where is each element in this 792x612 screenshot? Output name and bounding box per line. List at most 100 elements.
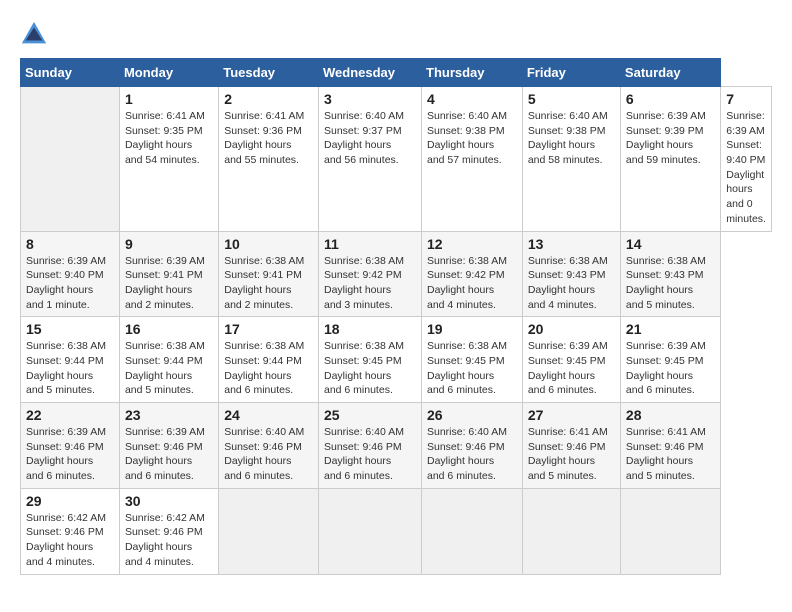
day-info: Sunrise: 6:38 AM Sunset: 9:44 PM Dayligh… (26, 339, 114, 398)
day-number: 5 (528, 91, 615, 107)
sunrise-label: Sunrise: 6:39 AM (125, 426, 205, 438)
empty-cell (21, 87, 120, 232)
day-number: 30 (125, 493, 213, 509)
day-number: 21 (626, 321, 715, 337)
day-info: Sunrise: 6:39 AM Sunset: 9:40 PM Dayligh… (26, 254, 114, 313)
calendar-week-row: 22 Sunrise: 6:39 AM Sunset: 9:46 PM Dayl… (21, 403, 772, 489)
daylight-label: Daylight hours (324, 455, 391, 467)
day-info: Sunrise: 6:41 AM Sunset: 9:35 PM Dayligh… (125, 109, 213, 168)
daylight-label: Daylight hours (427, 370, 494, 382)
day-number: 16 (125, 321, 213, 337)
daylight-value: and 6 minutes. (528, 384, 597, 396)
calendar-day-cell: 19 Sunrise: 6:38 AM Sunset: 9:45 PM Dayl… (422, 317, 523, 403)
day-info: Sunrise: 6:38 AM Sunset: 9:42 PM Dayligh… (324, 254, 416, 313)
daylight-value: and 1 minute. (26, 299, 90, 311)
sunset-label: Sunset: 9:41 PM (125, 269, 203, 281)
sunset-label: Sunset: 9:46 PM (26, 526, 104, 538)
sunset-label: Sunset: 9:44 PM (125, 355, 203, 367)
calendar-day-cell: 5 Sunrise: 6:40 AM Sunset: 9:38 PM Dayli… (522, 87, 620, 232)
sunrise-label: Sunrise: 6:38 AM (324, 340, 404, 352)
sunrise-label: Sunrise: 6:41 AM (224, 110, 304, 122)
daylight-value: and 6 minutes. (224, 470, 293, 482)
sunset-label: Sunset: 9:35 PM (125, 125, 203, 137)
daylight-label: Daylight hours (224, 139, 291, 151)
column-header-wednesday: Wednesday (318, 59, 421, 87)
sunset-label: Sunset: 9:42 PM (324, 269, 402, 281)
calendar-day-cell (522, 488, 620, 574)
calendar-day-cell: 23 Sunrise: 6:39 AM Sunset: 9:46 PM Dayl… (119, 403, 218, 489)
daylight-value: and 57 minutes. (427, 154, 502, 166)
sunrise-label: Sunrise: 6:39 AM (626, 110, 706, 122)
day-info: Sunrise: 6:41 AM Sunset: 9:46 PM Dayligh… (528, 425, 615, 484)
day-number: 22 (26, 407, 114, 423)
daylight-value: and 2 minutes. (224, 299, 293, 311)
sunset-label: Sunset: 9:40 PM (26, 269, 104, 281)
daylight-label: Daylight hours (427, 284, 494, 296)
daylight-label: Daylight hours (528, 370, 595, 382)
sunrise-label: Sunrise: 6:38 AM (626, 255, 706, 267)
day-number: 6 (626, 91, 715, 107)
day-number: 4 (427, 91, 517, 107)
daylight-label: Daylight hours (324, 139, 391, 151)
calendar-day-cell: 3 Sunrise: 6:40 AM Sunset: 9:37 PM Dayli… (318, 87, 421, 232)
daylight-value: and 4 minutes. (427, 299, 496, 311)
day-number: 12 (427, 236, 517, 252)
sunrise-label: Sunrise: 6:39 AM (528, 340, 608, 352)
day-number: 26 (427, 407, 517, 423)
daylight-value: and 6 minutes. (324, 384, 393, 396)
day-info: Sunrise: 6:40 AM Sunset: 9:38 PM Dayligh… (427, 109, 517, 168)
day-info: Sunrise: 6:40 AM Sunset: 9:46 PM Dayligh… (324, 425, 416, 484)
sunrise-label: Sunrise: 6:38 AM (427, 340, 507, 352)
sunset-label: Sunset: 9:41 PM (224, 269, 302, 281)
column-header-thursday: Thursday (422, 59, 523, 87)
day-info: Sunrise: 6:42 AM Sunset: 9:46 PM Dayligh… (125, 511, 213, 570)
daylight-value: and 6 minutes. (427, 384, 496, 396)
sunrise-label: Sunrise: 6:40 AM (324, 110, 404, 122)
calendar-day-cell: 16 Sunrise: 6:38 AM Sunset: 9:44 PM Dayl… (119, 317, 218, 403)
daylight-label: Daylight hours (626, 284, 693, 296)
calendar-header-row: SundayMondayTuesdayWednesdayThursdayFrid… (21, 59, 772, 87)
day-info: Sunrise: 6:38 AM Sunset: 9:45 PM Dayligh… (427, 339, 517, 398)
day-info: Sunrise: 6:38 AM Sunset: 9:45 PM Dayligh… (324, 339, 416, 398)
calendar-week-row: 15 Sunrise: 6:38 AM Sunset: 9:44 PM Dayl… (21, 317, 772, 403)
daylight-label: Daylight hours (26, 284, 93, 296)
daylight-label: Daylight hours (427, 139, 494, 151)
sunset-label: Sunset: 9:46 PM (125, 526, 203, 538)
day-number: 28 (626, 407, 715, 423)
day-info: Sunrise: 6:38 AM Sunset: 9:43 PM Dayligh… (626, 254, 715, 313)
day-number: 2 (224, 91, 313, 107)
day-info: Sunrise: 6:38 AM Sunset: 9:43 PM Dayligh… (528, 254, 615, 313)
sunset-label: Sunset: 9:46 PM (528, 441, 606, 453)
daylight-value: and 54 minutes. (125, 154, 200, 166)
day-info: Sunrise: 6:40 AM Sunset: 9:46 PM Dayligh… (224, 425, 313, 484)
day-number: 1 (125, 91, 213, 107)
sunset-label: Sunset: 9:44 PM (224, 355, 302, 367)
day-info: Sunrise: 6:40 AM Sunset: 9:46 PM Dayligh… (427, 425, 517, 484)
daylight-value: and 6 minutes. (125, 470, 194, 482)
sunset-label: Sunset: 9:46 PM (224, 441, 302, 453)
calendar-day-cell: 6 Sunrise: 6:39 AM Sunset: 9:39 PM Dayli… (620, 87, 720, 232)
sunset-label: Sunset: 9:38 PM (427, 125, 505, 137)
sunset-label: Sunset: 9:44 PM (26, 355, 104, 367)
sunrise-label: Sunrise: 6:40 AM (324, 426, 404, 438)
day-number: 8 (26, 236, 114, 252)
sunset-label: Sunset: 9:46 PM (427, 441, 505, 453)
calendar-day-cell: 30 Sunrise: 6:42 AM Sunset: 9:46 PM Dayl… (119, 488, 218, 574)
daylight-label: Daylight hours (324, 370, 391, 382)
sunset-label: Sunset: 9:45 PM (626, 355, 704, 367)
calendar-day-cell: 10 Sunrise: 6:38 AM Sunset: 9:41 PM Dayl… (219, 231, 319, 317)
calendar-day-cell: 14 Sunrise: 6:38 AM Sunset: 9:43 PM Dayl… (620, 231, 720, 317)
sunset-label: Sunset: 9:40 PM (726, 139, 765, 166)
daylight-value: and 58 minutes. (528, 154, 603, 166)
daylight-value: and 5 minutes. (125, 384, 194, 396)
day-number: 19 (427, 321, 517, 337)
daylight-label: Daylight hours (626, 455, 693, 467)
calendar-day-cell: 28 Sunrise: 6:41 AM Sunset: 9:46 PM Dayl… (620, 403, 720, 489)
calendar-day-cell: 13 Sunrise: 6:38 AM Sunset: 9:43 PM Dayl… (522, 231, 620, 317)
daylight-label: Daylight hours (324, 284, 391, 296)
sunrise-label: Sunrise: 6:39 AM (125, 255, 205, 267)
daylight-value: and 3 minutes. (324, 299, 393, 311)
daylight-label: Daylight hours (528, 139, 595, 151)
calendar-day-cell (620, 488, 720, 574)
sunset-label: Sunset: 9:46 PM (26, 441, 104, 453)
